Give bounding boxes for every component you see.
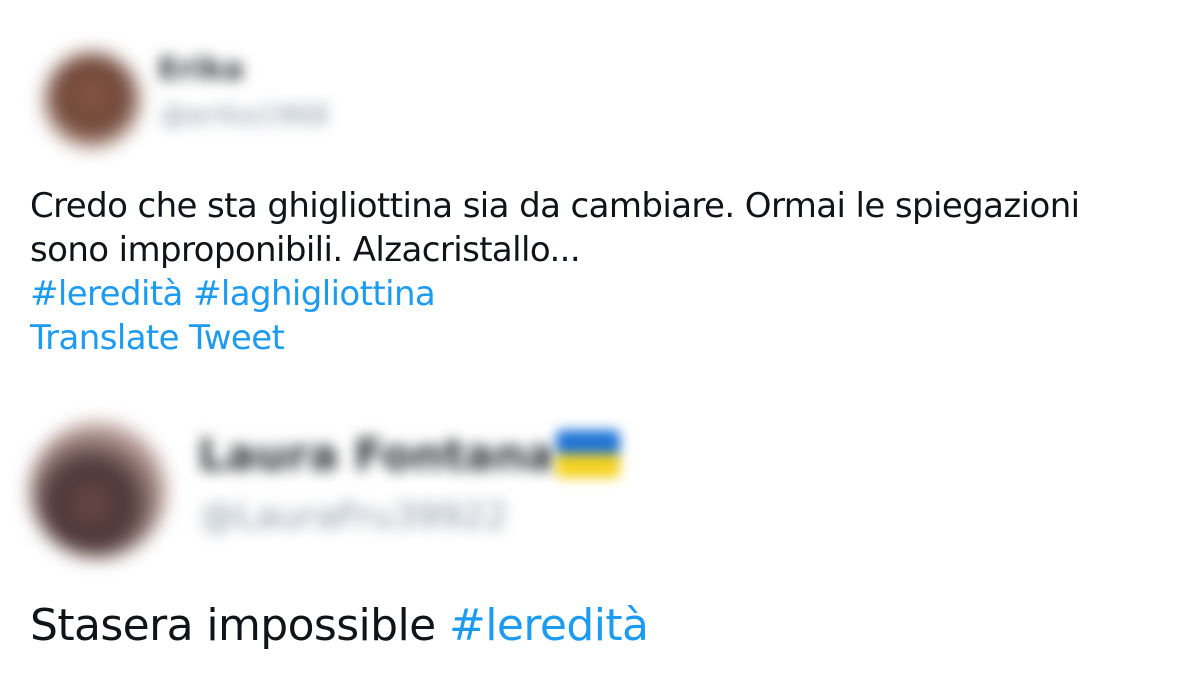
ukraine-flag-icon (556, 430, 620, 478)
author-name[interactable]: Erika (158, 52, 244, 87)
tweet-text: Stasera impossible #leredità (30, 598, 649, 654)
tweet-text: Credo che sta ghigliottina sia da cambia… (30, 184, 1080, 360)
hashtag-link[interactable]: #laghigliottina (193, 274, 436, 314)
tweet-2: Laura Fontana @LauraFru39922 Stasera imp… (0, 380, 1200, 674)
author-handle[interactable]: @erika1968 (160, 98, 329, 131)
avatar[interactable] (30, 422, 166, 558)
tweet-text-line: sono improponibili. Alzacristallo... (30, 230, 581, 270)
tweet-1: Erika @erika1968 Credo che sta ghigliott… (0, 0, 1200, 380)
hashtag-link[interactable]: #leredità (30, 274, 183, 314)
avatar[interactable] (44, 52, 140, 148)
tweet-text-content: Stasera impossible (30, 600, 436, 651)
translate-tweet-link[interactable]: Translate Tweet (30, 316, 1079, 360)
author-handle[interactable]: @LauraFru39922 (200, 496, 508, 537)
tweet-text-line: Credo che sta ghigliottina sia da cambia… (30, 186, 1080, 226)
hashtag-row: #leredità #laghigliottina (30, 272, 1079, 316)
hashtag-link[interactable]: #leredità (449, 600, 649, 651)
author-name[interactable]: Laura Fontana (198, 430, 555, 481)
